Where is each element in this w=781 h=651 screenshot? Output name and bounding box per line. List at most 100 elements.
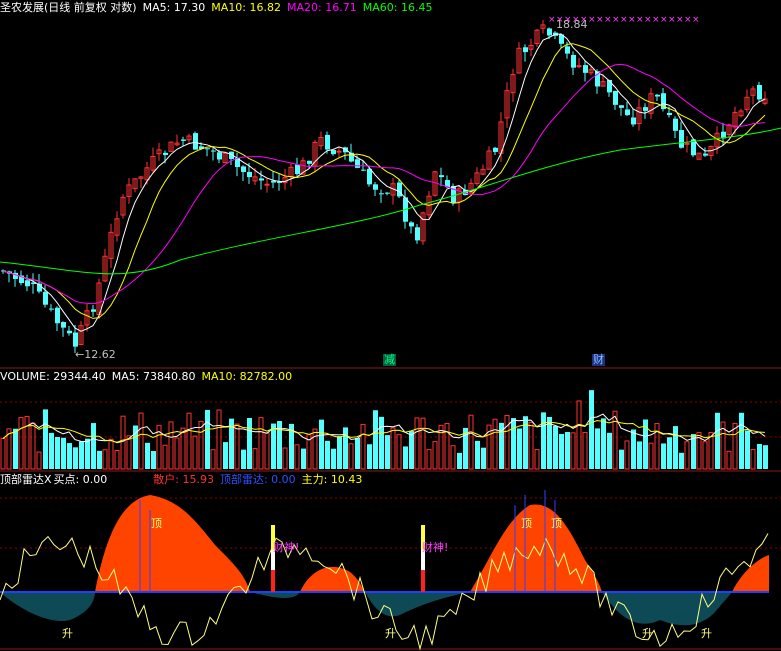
volume-bar bbox=[30, 422, 36, 470]
retail-area bbox=[732, 555, 769, 592]
candle-body bbox=[264, 183, 270, 186]
ma5-label: MA5: 17.30 bbox=[142, 1, 206, 14]
candle-body bbox=[409, 222, 414, 227]
finance-marker[interactable]: 财 bbox=[592, 354, 605, 366]
volume-bar bbox=[547, 416, 552, 469]
radar-label: 顶部雷达: 0.00 bbox=[219, 473, 296, 486]
high-price-label: 18.84 bbox=[556, 18, 588, 31]
top-label: 顶 bbox=[521, 517, 532, 530]
rise-label: 升 bbox=[385, 627, 396, 640]
candle-body bbox=[583, 65, 588, 73]
rise-label: 升 bbox=[642, 627, 653, 640]
stock-title[interactable]: 圣农发展(日线 前复权 对数) bbox=[0, 1, 137, 14]
volume-bar bbox=[186, 412, 192, 470]
main-area bbox=[602, 592, 732, 626]
candle-body bbox=[379, 193, 384, 195]
stock-chart-canvas[interactable]: × × × × × × × × × × × × × × × × × × × bbox=[0, 0, 781, 651]
volume-bar bbox=[553, 425, 558, 469]
volume-bar bbox=[601, 418, 606, 469]
candle-body bbox=[73, 332, 78, 347]
volume-bar bbox=[468, 414, 474, 470]
volume-bar bbox=[390, 427, 396, 470]
volume-bar bbox=[85, 438, 90, 469]
candle-body bbox=[625, 109, 630, 116]
volume-bar bbox=[312, 428, 318, 470]
volume-bar bbox=[223, 442, 228, 469]
volume-bar bbox=[637, 441, 642, 469]
volume-bar bbox=[67, 443, 72, 469]
candle-body bbox=[259, 178, 264, 181]
signal-mark: × bbox=[668, 15, 676, 25]
volume-bar bbox=[301, 448, 306, 469]
top-label: 顶 bbox=[151, 517, 162, 530]
indicator-name[interactable]: 顶部雷达X bbox=[0, 473, 52, 486]
candle-body bbox=[361, 169, 366, 171]
buy-point-label: 买点: 0.00 bbox=[53, 473, 108, 486]
indicator-panel[interactable] bbox=[0, 490, 781, 651]
volume-bar bbox=[444, 423, 450, 470]
price-header: 圣农发展(日线 前复权 对数) MA5: 17.30 MA10: 16.82 MA20… bbox=[0, 1, 438, 15]
vol-ma5-label: MA5: 73840.80 bbox=[111, 370, 196, 383]
retail-label: 散户: 15.93 bbox=[153, 473, 214, 486]
volume-bar bbox=[343, 427, 348, 469]
volume-bar bbox=[258, 417, 264, 470]
volume-bar bbox=[396, 434, 402, 470]
candle-body bbox=[373, 184, 378, 190]
caishen-label: 财神! bbox=[273, 541, 300, 554]
volume-bar bbox=[589, 390, 594, 469]
volume-panel[interactable] bbox=[0, 390, 781, 470]
volume-bar bbox=[517, 428, 522, 469]
volume-bar bbox=[210, 449, 216, 470]
volume-bar bbox=[91, 423, 96, 469]
volume-bar bbox=[528, 421, 534, 470]
volume-bar bbox=[684, 441, 690, 470]
volume-label: VOLUME: 29344.40 bbox=[0, 370, 106, 383]
candle-body bbox=[367, 168, 372, 185]
volume-bar bbox=[162, 444, 168, 470]
volume-bar bbox=[348, 443, 354, 470]
candle-body bbox=[673, 118, 678, 131]
candle-body bbox=[181, 139, 186, 141]
volume-bar bbox=[504, 414, 510, 470]
volume-bar bbox=[619, 449, 624, 469]
retail-area bbox=[470, 504, 602, 592]
candle-body bbox=[43, 291, 48, 305]
rise-label: 升 bbox=[62, 627, 73, 640]
candle-body bbox=[757, 84, 762, 100]
signal-mark: × bbox=[636, 15, 644, 25]
volume-bar bbox=[241, 449, 246, 469]
candle-body bbox=[163, 152, 168, 156]
candle-body bbox=[91, 309, 96, 312]
ma10-label: MA10: 16.82 bbox=[211, 1, 282, 14]
candle-body bbox=[493, 147, 498, 152]
volume-bar bbox=[264, 432, 270, 470]
volume-bar bbox=[523, 416, 528, 469]
signal-mark: × bbox=[684, 15, 692, 25]
volume-bar bbox=[763, 445, 768, 469]
volume-bar bbox=[360, 423, 366, 470]
ma20-label: MA20: 16.71 bbox=[287, 1, 357, 14]
candle-body bbox=[547, 28, 552, 36]
volume-bar bbox=[631, 429, 636, 469]
candle-body bbox=[211, 150, 216, 152]
volume-bar bbox=[426, 449, 432, 470]
signal-mark: × bbox=[588, 15, 596, 25]
volume-bar bbox=[247, 418, 252, 469]
volume-bar bbox=[43, 409, 48, 469]
candle-body bbox=[631, 117, 636, 125]
candle-body bbox=[336, 150, 342, 153]
volume-bar bbox=[79, 441, 84, 469]
volume-bar bbox=[438, 424, 444, 470]
reduce-marker[interactable]: 减 bbox=[383, 354, 396, 366]
volume-bar bbox=[559, 433, 564, 469]
volume-bar bbox=[595, 428, 600, 469]
candle-body bbox=[619, 105, 624, 108]
candle-body bbox=[217, 152, 222, 160]
candle-body bbox=[193, 133, 198, 150]
volume-bar bbox=[18, 417, 24, 470]
volume-bar bbox=[24, 415, 30, 470]
volume-bar bbox=[138, 412, 144, 470]
candle-body bbox=[565, 46, 570, 54]
volume-bar bbox=[745, 430, 750, 469]
signal-mark: × bbox=[676, 15, 684, 25]
